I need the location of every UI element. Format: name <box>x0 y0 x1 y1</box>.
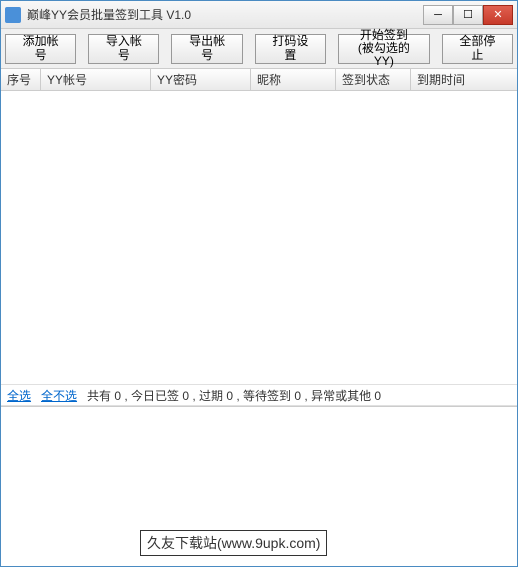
minimize-button[interactable]: ─ <box>423 5 453 25</box>
add-account-button[interactable]: 添加帐号 <box>5 34 76 64</box>
app-icon <box>5 7 21 23</box>
watermark: 久友下载站(www.9upk.com) <box>140 530 327 556</box>
status-bar: 全选 全不选 共有 0 , 今日已签 0 , 过期 0 , 等待签到 0 , 异… <box>1 384 517 406</box>
list-header: 序号 YY帐号 YY密码 昵称 签到状态 到期时间 <box>1 69 517 91</box>
select-none-link[interactable]: 全不选 <box>41 387 77 404</box>
col-sign-status[interactable]: 签到状态 <box>336 69 411 90</box>
col-seq[interactable]: 序号 <box>1 69 41 90</box>
account-list[interactable] <box>1 91 517 384</box>
col-nickname[interactable]: 昵称 <box>251 69 336 90</box>
close-button[interactable]: ✕ <box>483 5 513 25</box>
col-yy-password[interactable]: YY密码 <box>151 69 251 90</box>
captcha-settings-button[interactable]: 打码设置 <box>255 34 326 64</box>
maximize-button[interactable]: ☐ <box>453 5 483 25</box>
stop-all-button[interactable]: 全部停止 <box>442 34 513 64</box>
export-account-button[interactable]: 导出帐号 <box>171 34 242 64</box>
status-stats: 共有 0 , 今日已签 0 , 过期 0 , 等待签到 0 , 异常或其他 0 <box>87 387 381 404</box>
window-controls: ─ ☐ ✕ <box>423 5 513 25</box>
col-yy-account[interactable]: YY帐号 <box>41 69 151 90</box>
select-all-link[interactable]: 全选 <box>7 387 31 404</box>
app-window: 巅峰YY会员批量签到工具 V1.0 ─ ☐ ✕ 添加帐号 导入帐号 导出帐号 打… <box>0 0 518 567</box>
toolbar: 添加帐号 导入帐号 导出帐号 打码设置 开始签到 (被勾选的YY) 全部停止 <box>1 29 517 69</box>
import-account-button[interactable]: 导入帐号 <box>88 34 159 64</box>
start-sign-button[interactable]: 开始签到 (被勾选的YY) <box>338 34 430 64</box>
window-title: 巅峰YY会员批量签到工具 V1.0 <box>27 6 423 23</box>
col-expire-time[interactable]: 到期时间 <box>411 69 501 90</box>
titlebar[interactable]: 巅峰YY会员批量签到工具 V1.0 ─ ☐ ✕ <box>1 1 517 29</box>
